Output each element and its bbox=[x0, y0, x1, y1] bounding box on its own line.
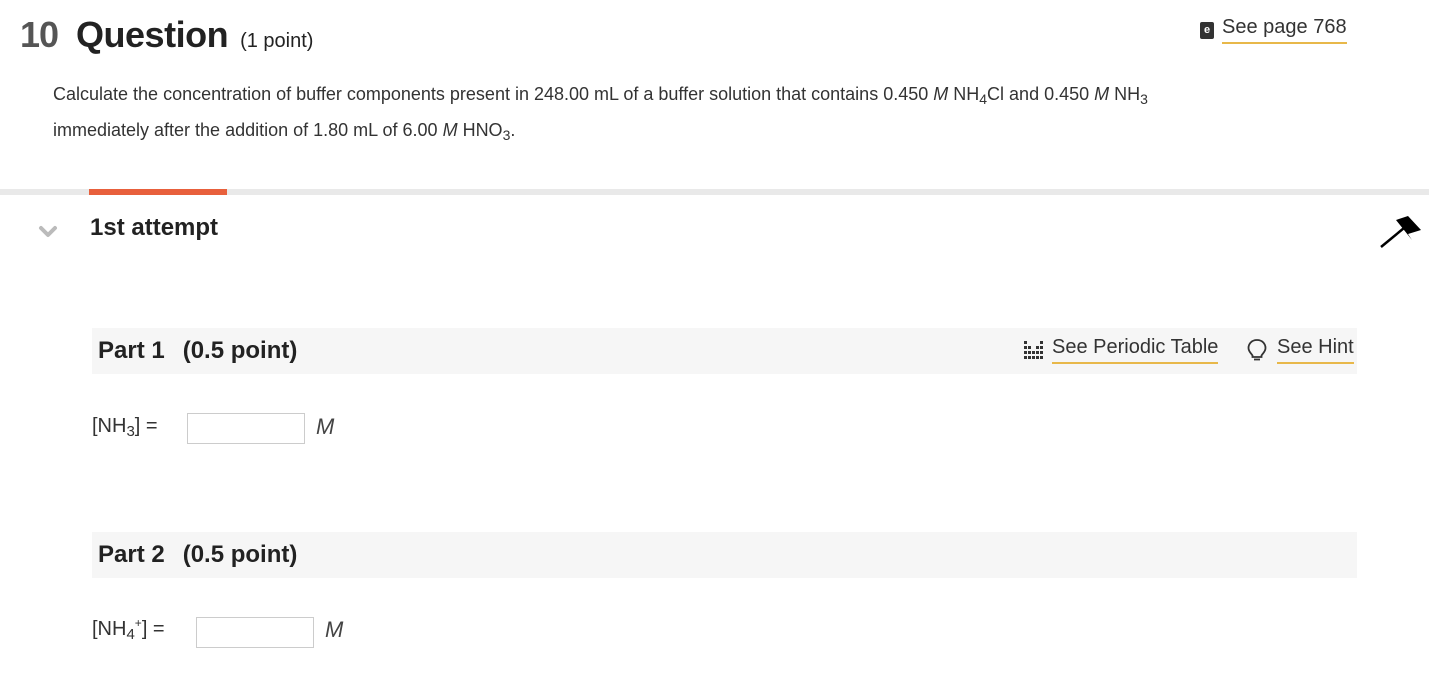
part-2-answer-label: [NH4+] = bbox=[92, 616, 165, 643]
question-title: Question bbox=[76, 14, 229, 55]
part-1-title: Part 1 (0.5 point) bbox=[98, 337, 298, 364]
question-number: 10 bbox=[20, 14, 59, 55]
part-2-answer-input[interactable] bbox=[196, 617, 314, 648]
see-periodic-table-label: See Periodic Table bbox=[1052, 336, 1219, 364]
part-1-answer-input[interactable] bbox=[187, 413, 305, 444]
see-page-link[interactable]: e See page 768 bbox=[1200, 16, 1347, 44]
see-hint-label: See Hint bbox=[1277, 336, 1354, 364]
ebook-icon: e bbox=[1200, 21, 1214, 39]
part-1-unit: M bbox=[316, 414, 335, 439]
pointer-arrow-icon bbox=[1380, 216, 1421, 248]
question-header: 10 Question (1 point) bbox=[20, 14, 313, 56]
periodic-table-icon bbox=[1024, 341, 1043, 359]
question-text-line-2: immediately after the addition of 1.80 m… bbox=[53, 120, 516, 143]
question-points: (1 point) bbox=[240, 30, 314, 52]
question-text-line-1: Calculate the concentration of buffer co… bbox=[53, 84, 1148, 107]
chevron-down-icon[interactable] bbox=[38, 224, 58, 240]
lightbulb-icon bbox=[1247, 339, 1267, 361]
part-1-answer-label: [NH3] = bbox=[92, 415, 158, 440]
part-2-title: Part 2 (0.5 point) bbox=[98, 541, 298, 568]
see-hint-link[interactable]: See Hint bbox=[1247, 336, 1354, 364]
active-attempt-tab-indicator[interactable] bbox=[89, 189, 227, 195]
attempt-label: 1st attempt bbox=[90, 214, 219, 241]
see-page-label: See page 768 bbox=[1222, 16, 1347, 44]
see-periodic-table-link[interactable]: See Periodic Table bbox=[1024, 336, 1219, 364]
question-text: Calculate the concentration of buffer co… bbox=[53, 76, 1353, 148]
part-2-unit: M bbox=[325, 617, 344, 642]
